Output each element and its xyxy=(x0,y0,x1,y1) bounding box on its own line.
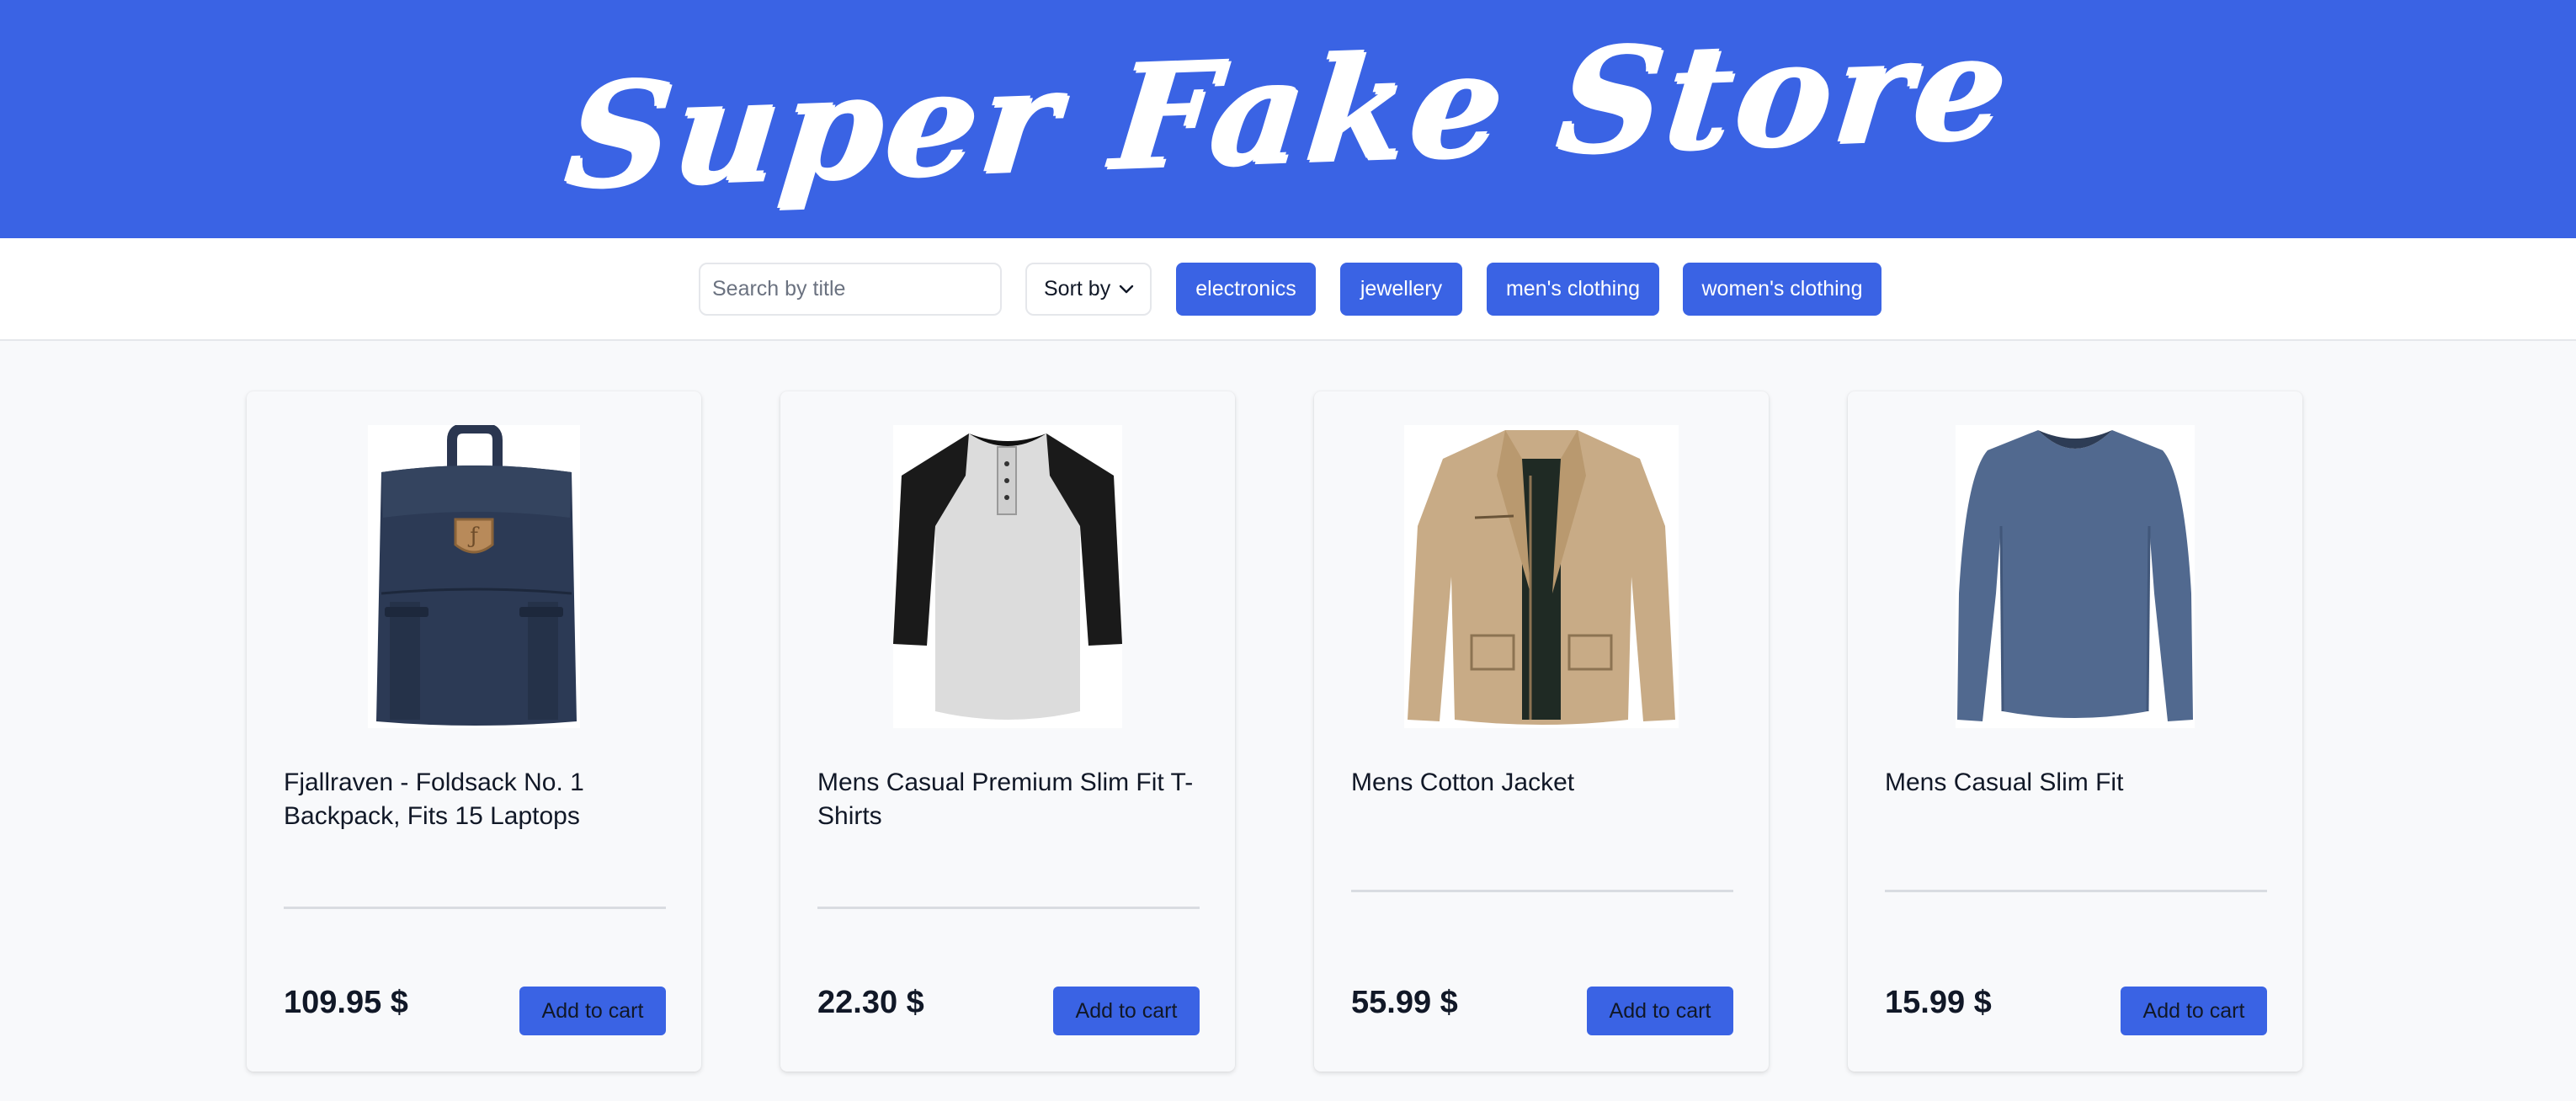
chevron-down-icon xyxy=(1119,285,1134,294)
add-to-cart-button[interactable]: Add to cart xyxy=(2121,987,2267,1035)
card-divider xyxy=(284,907,666,909)
sort-label: Sort by xyxy=(1044,277,1111,301)
product-card[interactable]: ƒ Fjallraven - Foldsack No. 1 Backpack, … xyxy=(247,391,701,1072)
jacket-image xyxy=(1404,425,1679,728)
product-title[interactable]: Fjallraven - Foldsack No. 1 Backpack, Fi… xyxy=(284,766,671,833)
add-to-cart-button[interactable]: Add to cart xyxy=(1053,987,1200,1035)
category-button-electronics[interactable]: electronics xyxy=(1176,263,1316,316)
product-price: 15.99 $ xyxy=(1885,985,1992,1020)
search-input[interactable] xyxy=(699,263,1002,316)
add-to-cart-button[interactable]: Add to cart xyxy=(1587,987,1733,1035)
product-title[interactable]: Mens Casual Premium Slim Fit T-Shirts xyxy=(817,766,1205,833)
product-image[interactable]: ƒ xyxy=(368,425,580,728)
product-price: 22.30 $ xyxy=(817,985,924,1020)
product-image[interactable] xyxy=(1956,425,2195,728)
raglan-tshirt-image xyxy=(893,425,1122,728)
product-price: 55.99 $ xyxy=(1351,985,1458,1020)
add-to-cart-button[interactable]: Add to cart xyxy=(519,987,666,1035)
product-image[interactable] xyxy=(1404,425,1679,728)
product-card[interactable]: Mens Casual Premium Slim Fit T-Shirts 22… xyxy=(780,391,1235,1072)
sort-select[interactable]: Sort by xyxy=(1025,263,1152,316)
card-divider xyxy=(817,907,1200,909)
backpack-image: ƒ xyxy=(368,425,580,728)
product-price: 109.95 $ xyxy=(284,985,408,1020)
product-title[interactable]: Mens Casual Slim Fit xyxy=(1885,766,2272,800)
card-divider xyxy=(1885,890,2267,892)
product-image[interactable] xyxy=(893,425,1122,728)
category-button-jewellery[interactable]: jewellery xyxy=(1340,263,1462,316)
product-card[interactable]: Mens Casual Slim Fit 15.99 $ Add to cart xyxy=(1848,391,2302,1072)
product-card[interactable]: Mens Cotton Jacket 55.99 $ Add to cart xyxy=(1314,391,1769,1072)
category-button-womens-clothing[interactable]: women's clothing xyxy=(1683,263,1881,316)
card-divider xyxy=(1351,890,1733,892)
site-header: Super Fake Store xyxy=(0,0,2576,238)
long-sleeve-shirt-image xyxy=(1956,425,2195,728)
product-title[interactable]: Mens Cotton Jacket xyxy=(1351,766,1738,800)
store-logo[interactable]: Super Fake Store xyxy=(558,2,2018,220)
filter-toolbar: Sort by electronics jewellery men's clot… xyxy=(0,238,2576,341)
category-button-mens-clothing[interactable]: men's clothing xyxy=(1487,263,1659,316)
